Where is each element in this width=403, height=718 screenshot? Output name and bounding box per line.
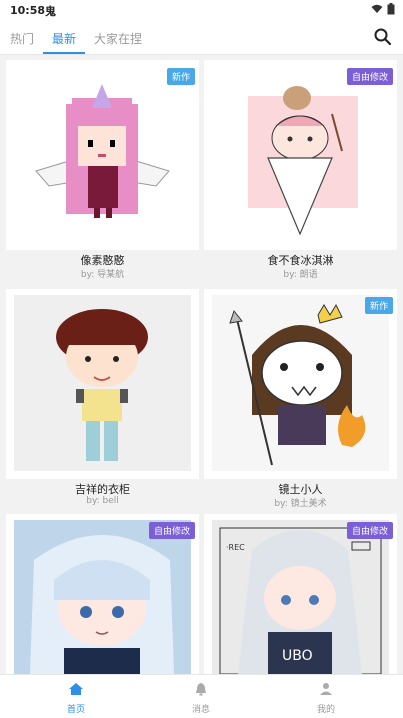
nav-profile-label: 我的: [316, 705, 335, 715]
knight-image: [229, 303, 366, 466]
wifi-icon: [371, 4, 383, 13]
home-icon: [69, 683, 83, 695]
card-ice-cream[interactable]: 自由修改 食不食冰淇淋 by: 朗语: [204, 60, 397, 280]
card-title: 镜土小人: [278, 483, 323, 496]
nav-messages-label: 消息: [191, 705, 210, 715]
card-image: ·REC UBO: [212, 520, 389, 674]
card-title: 像素憨憨: [80, 254, 125, 267]
nav-home-label: 首页: [66, 705, 85, 715]
card-image: [14, 295, 191, 471]
card-image: [212, 66, 389, 242]
card-author: by: 镜土美术: [274, 499, 327, 509]
card-image: [14, 520, 191, 674]
card-lucky-wardrobe[interactable]: 吉祥的衣柜 by: bell: [6, 289, 199, 506]
blue-girl-image: [30, 535, 174, 674]
search-icon[interactable]: [373, 27, 393, 47]
status-time: 10:58: [10, 4, 46, 17]
user-icon: [320, 683, 332, 695]
card-white-hair-girl[interactable]: ·REC UBO 自由修改: [204, 514, 397, 674]
top-tab-bar: 热门 最新 大家在捏: [0, 22, 403, 55]
badge-new: 新作: [166, 68, 195, 85]
badge-new: 新作: [364, 297, 393, 314]
nav-home[interactable]: 首页: [46, 681, 106, 715]
svg-text:UBO: UBO: [282, 648, 313, 664]
ice-cream-image: [248, 86, 358, 236]
boy-image: [56, 309, 148, 461]
tab-hot[interactable]: 热门: [10, 30, 34, 47]
active-tab-indicator: [43, 52, 85, 54]
bottom-navigation: 首页 消息 我的: [0, 674, 403, 718]
card-image: [212, 295, 389, 471]
nav-messages[interactable]: 消息: [171, 681, 231, 715]
card-author: by: 导某航: [80, 270, 125, 280]
bell-icon: [196, 683, 206, 696]
card-author: by: bell: [86, 496, 119, 506]
card-title: 食不食冰淇淋: [267, 254, 334, 267]
card-author: by: 朗语: [283, 270, 318, 280]
pixel-girl-image: [35, 84, 170, 218]
status-right: [371, 3, 395, 15]
badge-free-edit: 自由修改: [346, 522, 393, 539]
white-hair-girl-image: ·REC UBO: [219, 527, 382, 674]
card-blue-girl[interactable]: 自由修改: [6, 514, 199, 674]
battery-icon: [387, 3, 395, 15]
card-image: [14, 66, 191, 242]
svg-text:·REC: ·REC: [226, 543, 245, 552]
badge-free-edit: 自由修改: [148, 522, 195, 539]
card-pixel-hanhan[interactable]: 新作 像素憨憨 by: 导某航: [6, 60, 199, 280]
card-title: 吉祥的衣柜: [75, 483, 130, 496]
badge-free-edit: 自由修改: [346, 68, 393, 85]
tab-everyone-making[interactable]: 大家在捏: [94, 30, 142, 47]
app-notification-icon: 鬼: [45, 5, 56, 18]
nav-profile[interactable]: 我的: [296, 681, 356, 715]
status-bar: 10:58 鬼: [0, 0, 403, 22]
tab-latest[interactable]: 最新: [52, 30, 76, 47]
card-jingtu-person[interactable]: 新作 镜土小人 by: 镜土美术: [204, 289, 397, 509]
